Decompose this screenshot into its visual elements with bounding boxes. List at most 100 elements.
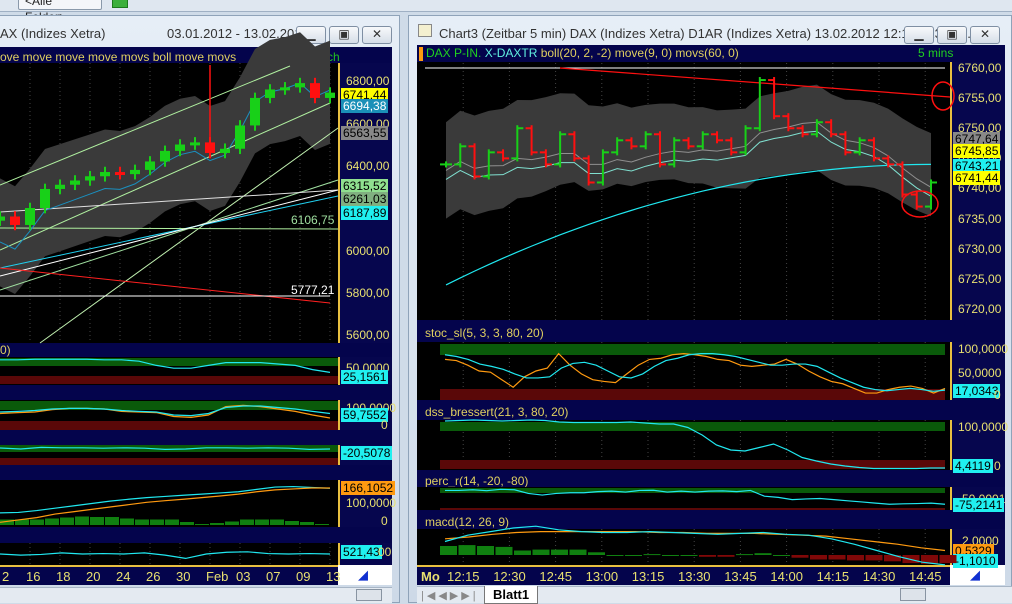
dss-label: dss_bressert(21, 3, 80, 20) [425, 405, 569, 419]
left-price-panel[interactable] [0, 63, 338, 343]
series-marker [419, 47, 423, 61]
dss-panel[interactable] [417, 420, 950, 470]
right-axis-label: 6760,00 [958, 61, 1002, 75]
right-chart-header: DAX P-IN. X-DAXTR boll(20, 2, -2) move(9… [426, 46, 739, 60]
date-label: 03 [236, 569, 251, 584]
right-axis-label: 6730,00 [958, 241, 1002, 256]
time-label: 13:15 [631, 569, 665, 584]
left-sub-panel-2[interactable] [0, 400, 338, 430]
perc-r-panel[interactable] [417, 487, 950, 510]
date-label: 18 [56, 569, 71, 584]
toolbar [0, 0, 1012, 12]
left-sub-panel-3[interactable] [0, 445, 338, 465]
left-axis-label: 6800,00 [346, 74, 390, 88]
symbol-label: DAX P-IN. [426, 46, 482, 60]
date-label: 09 [296, 569, 311, 584]
left-window-date-range: 03.01.2012 - 13.02.2012 [167, 26, 309, 41]
right-axis-label: 6735,00 [958, 211, 1002, 226]
line-value-label: 6106,75 [291, 213, 335, 227]
ma-badge: 6694,38 [341, 99, 389, 113]
left-time-axis[interactable] [0, 565, 338, 585]
sub4-axis-zero: 0 [381, 514, 388, 528]
line-badge: 6261,03 [341, 192, 389, 206]
left-cursor-tool[interactable]: ◢ [338, 565, 392, 585]
right-scroll-thumb[interactable] [900, 588, 926, 601]
stoc-axis-mid: 50,0000 [958, 366, 1002, 380]
sheet-tab-blatt1[interactable]: Blatt1 [484, 586, 539, 604]
maximize-button[interactable]: ▣ [329, 26, 359, 44]
left-interval: täglich [305, 50, 340, 64]
dss-badge: 4,4119 [953, 459, 993, 473]
edit-button[interactable] [112, 0, 128, 8]
time-label: 14:00 [770, 569, 803, 584]
stoc-panel[interactable] [417, 342, 950, 400]
stoc-axis-zero: 0 [994, 388, 1001, 402]
maximize-button[interactable]: ▣ [937, 26, 967, 44]
sub1-badge: 25,1561 [341, 370, 389, 384]
right-cursor-tool[interactable]: ◢ [950, 565, 1005, 585]
time-label: 14:15 [816, 569, 850, 584]
minimize-button[interactable]: ▁ [904, 26, 934, 44]
stoc-axis-top: 100,0000 [958, 342, 1009, 356]
close-button[interactable]: ✕ [970, 26, 1000, 44]
date-label: 24 [116, 569, 131, 584]
right-price-panel[interactable] [417, 62, 950, 320]
studies-label: boll(20, 2, -2) move(9, 0) movs(60, 0) [540, 46, 739, 60]
sub5-badge: 521,43 [341, 545, 382, 559]
right-axis-label: 6755,00 [958, 91, 1002, 106]
left-sub-panel-1[interactable] [0, 357, 338, 385]
symbol2-label: X-DAXTR [484, 46, 538, 60]
left-axis-label: 6000,00 [346, 244, 390, 258]
day-label: Mo [421, 569, 440, 584]
right-axis-label: 6725,00 [958, 271, 1002, 286]
macd-panel[interactable] [417, 529, 950, 565]
sub2-axis-zero: 0 [381, 418, 388, 432]
left-sub-panel-4[interactable] [0, 480, 338, 527]
left-axis-label: 5600,00 [346, 328, 390, 342]
stoc-label: stoc_sl(5, 3, 3, 80, 20) [425, 326, 544, 340]
perc-r-label: perc_r(14, -20, -80) [425, 474, 529, 488]
dss-axis-top: 100,0000 [958, 420, 1009, 434]
minimize-button[interactable]: ▁ [296, 26, 326, 44]
dss-axis-zero: 0 [994, 459, 1001, 473]
right-axis-label: 6720,00 [958, 301, 1002, 316]
date-label: 16 [26, 569, 41, 584]
date-label: 2 [2, 569, 10, 584]
date-label: 26 [146, 569, 161, 584]
sub5-axis: 00 [378, 545, 392, 559]
sub3-badge: -20,5078 [341, 446, 393, 460]
date-label: 07 [266, 569, 281, 584]
time-label: 12:15 [447, 569, 480, 584]
left-window-title: AX (Indizes Xetra) [0, 26, 106, 41]
last-price-badge: 6741,44 [953, 171, 1001, 185]
left-sub-label: 0) [0, 343, 11, 357]
left-horizontal-scrollbar[interactable] [0, 587, 392, 603]
right-window-title: Chart3 (Zeitbar 5 min) DAX (Indizes Xetr… [439, 26, 971, 41]
ma-badge: 6745,85 [953, 144, 1001, 158]
date-label: 20 [86, 569, 101, 584]
time-label: 14:45 [909, 569, 942, 584]
left-scroll-thumb[interactable] [356, 589, 382, 601]
time-label: 14:30 [862, 569, 896, 584]
sheet-nav-buttons[interactable]: |◀◀▶▶| [421, 589, 479, 602]
left-axis-label: 6400,00 [346, 159, 390, 173]
sub4-badge: 166,1052 [341, 481, 396, 495]
macd-badge: -1,1010 [953, 554, 998, 568]
right-interval: 5 mins [918, 46, 954, 60]
left-axis-label: 5800,00 [346, 286, 390, 300]
chart-window-icon [418, 24, 432, 37]
date-label: 13 [326, 569, 341, 584]
line-badge: 6187,89 [341, 206, 389, 220]
left-sub-panel-5[interactable] [0, 543, 338, 565]
time-label: 13:45 [724, 569, 757, 584]
time-label: 12:45 [539, 569, 572, 584]
perc-r-badge: -75,2141 [953, 498, 1005, 512]
time-label: 13:00 [585, 569, 619, 584]
pen-cursor-icon: ◢ [970, 567, 980, 582]
ma-badge: 6563,55 [341, 126, 389, 140]
time-label: 12:30 [493, 569, 526, 584]
line-badge: 6315,52 [341, 179, 389, 193]
field-combo[interactable]: <Alle Felder> [18, 0, 102, 24]
macd-label: macd(12, 26, 9) [425, 515, 510, 529]
close-button[interactable]: ✕ [362, 26, 392, 44]
